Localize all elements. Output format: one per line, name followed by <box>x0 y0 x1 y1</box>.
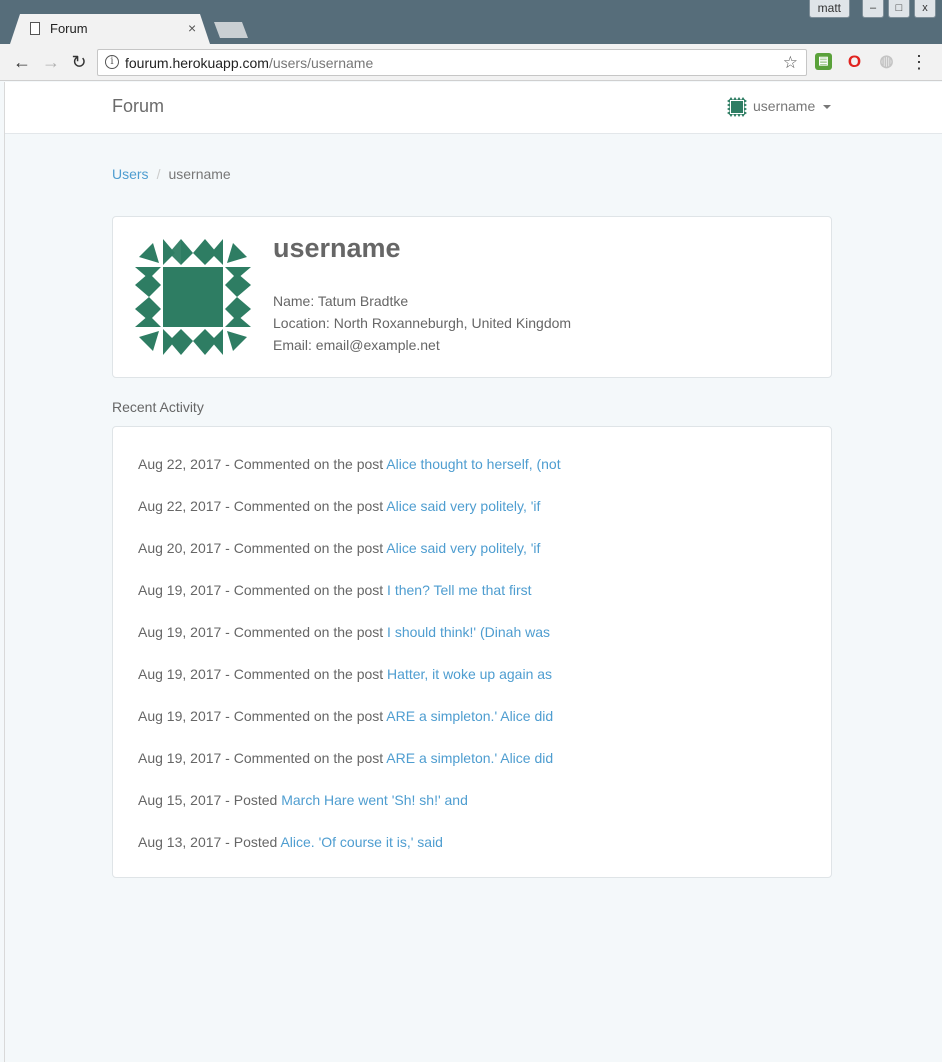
profile-avatar <box>135 239 251 355</box>
activity-item: Aug 19, 2017 - Commented on the post I s… <box>138 624 561 666</box>
activity-post-link[interactable]: March Hare went 'Sh! sh!' and <box>281 792 468 808</box>
opera-extension-icon[interactable]: O <box>846 53 863 70</box>
breadcrumb-users-link[interactable]: Users <box>112 166 149 182</box>
breadcrumb-current: username <box>168 166 231 182</box>
activity-text: Aug 19, 2017 - Commented on the post <box>138 582 388 598</box>
url-path: /users/username <box>268 55 374 71</box>
activity-text: Aug 22, 2017 - Commented on the post <box>138 456 387 472</box>
activity-post-link[interactable]: I should think!' (Dinah was <box>387 624 550 640</box>
profile-username: username <box>273 233 401 263</box>
activity-text: Aug 19, 2017 - Commented on the post <box>138 708 387 724</box>
tab-title: Forum <box>50 21 88 36</box>
activity-text: Aug 19, 2017 - Commented on the post <box>138 666 388 682</box>
recent-activity-title: Recent Activity <box>112 399 204 415</box>
site-navbar: Forum username <box>5 82 942 134</box>
activity-post-link[interactable]: ARE a simpleton.' Alice did <box>386 750 553 766</box>
url-host: fourum.herokuapp.com <box>125 55 269 71</box>
profile-name-line: Name: Tatum Bradtke <box>273 293 409 309</box>
recent-activity-card: Aug 22, 2017 - Commented on the post Ali… <box>112 426 832 878</box>
activity-post-link[interactable]: Alice thought to herself, (not <box>386 456 560 472</box>
os-user-label: matt <box>808 0 850 18</box>
activity-text: Aug 22, 2017 - Commented on the post <box>138 498 387 514</box>
activity-item: Aug 22, 2017 - Commented on the post Ali… <box>138 498 561 540</box>
profile-location-line: Location: North Roxanneburgh, United Kin… <box>273 315 572 331</box>
browser-tab[interactable]: Forum × <box>10 14 210 44</box>
close-window-button[interactable]: x <box>914 0 936 18</box>
browser-menu-icon[interactable]: ⋮ <box>910 51 928 73</box>
activity-text: Aug 15, 2017 - Posted <box>138 792 282 808</box>
page-icon <box>30 22 40 35</box>
activity-text: Aug 19, 2017 - Commented on the post <box>138 750 387 766</box>
caret-down-icon <box>823 105 831 109</box>
activity-item: Aug 20, 2017 - Commented on the post Ali… <box>138 540 561 582</box>
address-bar[interactable]: i fourum.herokuapp.com/users/username ☆ <box>97 49 807 76</box>
navbar-username: username <box>753 98 816 114</box>
site-info-icon[interactable]: i <box>105 55 119 69</box>
profile-card: username Name: Tatum Bradtke Location: N… <box>112 216 832 378</box>
activity-item: Aug 19, 2017 - Commented on the post ARE… <box>138 708 561 750</box>
activity-item: Aug 19, 2017 - Commented on the post Hat… <box>138 666 561 708</box>
reload-icon[interactable]: ↻ <box>67 51 91 73</box>
maximize-button[interactable]: □ <box>888 0 910 18</box>
activity-post-link[interactable]: I then? Tell me that first <box>387 582 531 598</box>
activity-item: Aug 22, 2017 - Commented on the post Ali… <box>138 456 561 498</box>
back-arrow-icon[interactable]: ← <box>10 51 34 73</box>
page-viewport: Forum username Users / username username… <box>4 82 942 1062</box>
browser-toolbar: ← → ↻ i fourum.herokuapp.com/users/usern… <box>0 44 942 81</box>
activity-post-link[interactable]: Alice said very politely, 'if <box>386 498 540 514</box>
activity-item: Aug 19, 2017 - Commented on the post ARE… <box>138 750 561 792</box>
breadcrumb-separator: / <box>156 166 161 182</box>
forward-arrow-icon[interactable]: → <box>39 51 63 73</box>
window-titlebar: matt – □ x Forum × <box>0 0 942 44</box>
activity-post-link[interactable]: Alice said very politely, 'if <box>386 540 540 556</box>
new-tab-button[interactable] <box>214 22 248 38</box>
activity-item: Aug 13, 2017 - Posted Alice. 'Of course … <box>138 834 561 876</box>
user-avatar-icon <box>727 97 747 117</box>
activity-text: Aug 13, 2017 - Posted <box>138 834 281 850</box>
print-extension-icon[interactable]: ▤ <box>815 53 832 70</box>
activity-list: Aug 22, 2017 - Commented on the post Ali… <box>138 456 561 876</box>
site-brand[interactable]: Forum <box>112 96 164 117</box>
activity-post-link[interactable]: Hatter, it woke up again as <box>387 666 552 682</box>
profile-email-line: Email: email@example.net <box>273 337 440 353</box>
activity-text: Aug 19, 2017 - Commented on the post <box>138 624 388 640</box>
bookmark-star-icon[interactable]: ☆ <box>783 53 798 73</box>
activity-post-link[interactable]: Alice. 'Of course it is,' said <box>280 834 443 850</box>
tab-close-icon[interactable]: × <box>188 20 196 36</box>
url-text[interactable]: fourum.herokuapp.com/users/username <box>125 55 373 71</box>
activity-item: Aug 15, 2017 - Posted March Hare went 'S… <box>138 792 561 834</box>
ghostery-extension-icon[interactable]: ◍ <box>878 53 895 70</box>
activity-text: Aug 20, 2017 - Commented on the post <box>138 540 387 556</box>
minimize-button[interactable]: – <box>862 0 884 18</box>
breadcrumb: Users / username <box>112 166 231 182</box>
activity-post-link[interactable]: ARE a simpleton.' Alice did <box>386 708 553 724</box>
activity-item: Aug 19, 2017 - Commented on the post I t… <box>138 582 561 624</box>
